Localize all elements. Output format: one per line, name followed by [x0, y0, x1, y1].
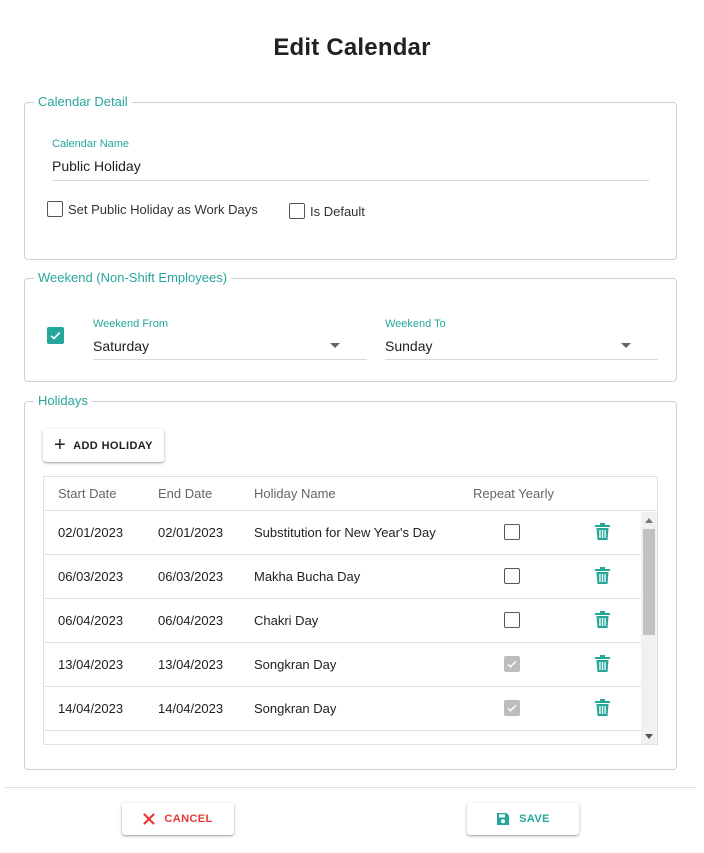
cell-start-date: 06/04/2023 — [58, 613, 124, 628]
table-row: 06/03/2023 06/03/2023 Makha Bucha Day — [44, 555, 641, 599]
weekend-to-label: Weekend To — [385, 318, 446, 330]
holidays-legend: Holidays — [38, 393, 88, 408]
weekend-from-select[interactable]: Saturday — [93, 338, 367, 358]
caret-down-icon[interactable] — [621, 343, 631, 348]
cell-end-date: 06/04/2023 — [158, 613, 224, 628]
column-header-start-date: Start Date — [58, 486, 117, 501]
repeat-yearly-checkbox[interactable] — [504, 568, 520, 584]
check-icon — [50, 331, 61, 340]
add-holiday-button[interactable]: + ADD HOLIDAY — [43, 429, 164, 462]
weekend-legend: Weekend (Non-Shift Employees) — [38, 270, 228, 285]
table-row: 02/01/2023 02/01/2023 Substitution for N… — [44, 511, 641, 555]
save-button[interactable]: SAVE — [467, 803, 579, 835]
caret-down-icon[interactable] — [330, 343, 340, 348]
trash-icon[interactable] — [595, 699, 610, 716]
column-header-repeat-yearly: Repeat Yearly — [473, 486, 554, 501]
cell-end-date: 13/04/2023 — [158, 657, 224, 672]
cell-start-date: 13/04/2023 — [58, 657, 124, 672]
table-header: Start Date End Date Holiday Name Repeat … — [44, 477, 657, 511]
work-days-label: Set Public Holiday as Work Days — [68, 202, 258, 217]
cell-start-date: 02/01/2023 — [58, 525, 124, 540]
cell-holiday-name: Chakri Day — [254, 613, 319, 628]
calendar-name-underline — [52, 180, 649, 181]
scroll-up-arrow[interactable] — [645, 518, 653, 523]
trash-icon[interactable] — [595, 523, 610, 540]
calendar-name-input[interactable]: Public Holiday — [52, 158, 649, 180]
cell-end-date: 02/01/2023 — [158, 525, 224, 540]
cell-holiday-name: Substitution for New Year's Day — [254, 525, 436, 540]
weekend-from-label: Weekend From — [93, 318, 168, 330]
footer-divider — [5, 787, 696, 788]
cell-end-date: 14/04/2023 — [158, 701, 224, 716]
cell-start-date: 14/04/2023 — [58, 701, 124, 716]
cell-start-date: 06/03/2023 — [58, 569, 124, 584]
calendar-detail-legend: Calendar Detail — [38, 94, 128, 109]
trash-icon[interactable] — [595, 655, 610, 672]
cancel-button[interactable]: CANCEL — [122, 803, 234, 835]
repeat-yearly-checkbox[interactable] — [504, 612, 520, 628]
cancel-label: CANCEL — [164, 813, 213, 825]
repeat-yearly-checkbox[interactable] — [504, 524, 520, 540]
repeat-yearly-checkbox[interactable] — [504, 656, 520, 672]
close-icon — [143, 813, 155, 825]
save-label: SAVE — [519, 813, 550, 825]
holidays-table: Start Date End Date Holiday Name Repeat … — [43, 476, 658, 745]
floppy-disk-icon — [496, 812, 510, 826]
scroll-thumb[interactable] — [643, 529, 655, 635]
table-row: 14/04/2023 14/04/2023 Songkran Day — [44, 687, 641, 731]
cell-end-date: 06/03/2023 — [158, 569, 224, 584]
table-scrollbar[interactable] — [641, 512, 657, 744]
scroll-down-arrow[interactable] — [645, 734, 653, 739]
cell-holiday-name: Makha Bucha Day — [254, 569, 361, 584]
dialog-title: Edit Calendar — [273, 34, 431, 61]
plus-icon: + — [54, 433, 67, 456]
trash-icon[interactable] — [595, 567, 610, 584]
table-row: 13/04/2023 13/04/2023 Songkran Day — [44, 643, 641, 687]
add-holiday-label: ADD HOLIDAY — [73, 439, 153, 452]
column-header-end-date: End Date — [158, 486, 213, 501]
is-default-label: Is Default — [310, 204, 365, 219]
column-header-holiday-name: Holiday Name — [254, 486, 336, 501]
cell-holiday-name: Songkran Day — [254, 657, 337, 672]
repeat-yearly-checkbox[interactable] — [504, 700, 520, 716]
calendar-name-label: Calendar Name — [52, 138, 130, 150]
work-days-checkbox[interactable] — [47, 201, 63, 217]
is-default-checkbox[interactable] — [289, 203, 305, 219]
weekend-to-select[interactable]: Sunday — [385, 338, 658, 358]
weekend-to-underline — [385, 359, 658, 360]
weekend-enabled-checkbox[interactable] — [47, 327, 64, 344]
trash-icon[interactable] — [595, 611, 610, 628]
weekend-from-underline — [93, 359, 367, 360]
table-row: 06/04/2023 06/04/2023 Chakri Day — [44, 599, 641, 643]
cell-holiday-name: Songkran Day — [254, 701, 337, 716]
check-icon — [507, 704, 517, 712]
check-icon — [507, 660, 517, 668]
